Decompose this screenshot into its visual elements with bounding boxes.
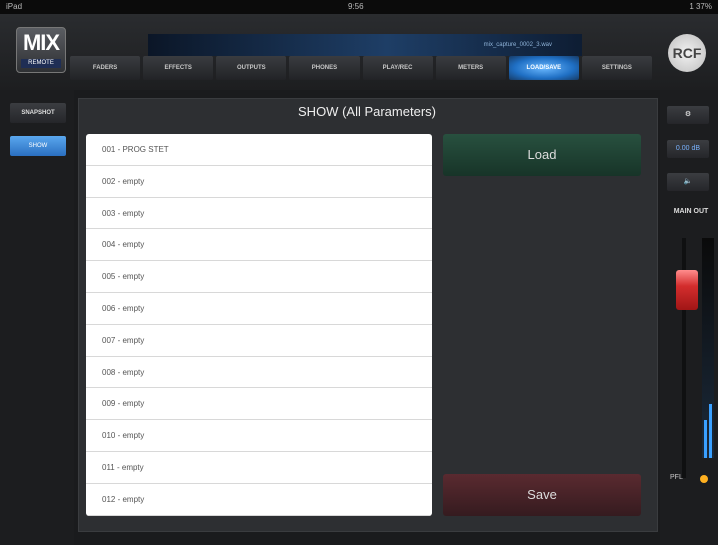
preset-item[interactable]: 007 - empty	[86, 325, 432, 357]
tab-meters[interactable]: METERS	[435, 56, 506, 80]
tab-outputs[interactable]: OUTPUTS	[216, 56, 287, 80]
snapshot-button[interactable]: SNAPSHOT	[10, 103, 66, 123]
main-fader-knob[interactable]	[676, 270, 698, 310]
rcf-logo: RCF	[668, 34, 706, 72]
meter-bar-left	[704, 420, 707, 458]
tab-playrec[interactable]: PLAY/REC	[362, 56, 433, 80]
preset-item[interactable]: 005 - empty	[86, 261, 432, 293]
preset-list[interactable]: 001 - PROG STET 002 - empty 003 - empty …	[86, 134, 432, 516]
gain-display[interactable]: 0.00 dB	[667, 140, 709, 158]
track-display: mix_capture_0002_3.wav	[148, 34, 582, 56]
level-meter	[702, 238, 714, 458]
speaker-icon[interactable]: 🔈	[667, 173, 709, 191]
status-time: 9:56	[348, 2, 364, 11]
show-button[interactable]: SHOW	[10, 136, 66, 156]
main-out-label: MAIN OUT	[673, 208, 709, 215]
tab-settings[interactable]: SETTINGS	[581, 56, 652, 80]
save-button[interactable]: Save	[443, 474, 641, 516]
load-button[interactable]: Load	[443, 134, 641, 176]
preset-item[interactable]: 004 - empty	[86, 229, 432, 262]
tab-faders[interactable]: FADERS	[70, 56, 141, 80]
preset-item[interactable]: 003 - empty	[86, 198, 432, 230]
logo-sub: REMOTE	[21, 59, 61, 68]
preset-item[interactable]: 012 - empty	[86, 484, 432, 516]
status-battery: 1 37%	[689, 2, 712, 11]
preset-item[interactable]: 001 - PROG STET	[86, 134, 432, 166]
preset-item[interactable]: 009 - empty	[86, 388, 432, 421]
preset-item[interactable]: 006 - empty	[86, 293, 432, 325]
preset-item[interactable]: 002 - empty	[86, 166, 432, 198]
left-panel	[0, 90, 74, 545]
status-device: iPad	[6, 2, 23, 11]
preset-item[interactable]: 010 - empty	[86, 420, 432, 452]
tab-loadsave[interactable]: LOAD/SAVE	[508, 56, 579, 80]
mix-remote-logo: MIX REMOTE	[16, 27, 66, 73]
pfl-label: PFL	[670, 474, 683, 481]
status-bar: iPad 9:56 1 37%	[0, 0, 718, 14]
meter-bar-right	[709, 404, 712, 458]
main-tabs: FADERS EFFECTS OUTPUTS PHONES PLAY/REC M…	[70, 56, 652, 80]
tab-phones[interactable]: PHONES	[289, 56, 360, 80]
logo-main: MIX	[22, 30, 60, 55]
preset-item[interactable]: 008 - empty	[86, 357, 432, 389]
settings-icon[interactable]: ⚙	[667, 106, 709, 124]
preset-item[interactable]: 011 - empty	[86, 452, 432, 484]
panel-title: SHOW (All Parameters)	[298, 104, 436, 119]
pfl-indicator[interactable]	[700, 475, 708, 483]
tab-effects[interactable]: EFFECTS	[143, 56, 214, 80]
